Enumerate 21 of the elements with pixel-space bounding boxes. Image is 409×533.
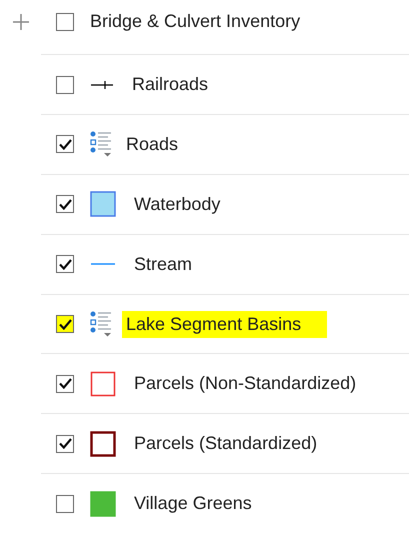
layer-label: Village Greens xyxy=(133,493,253,514)
layer-label: Roads xyxy=(125,134,180,155)
checkbox[interactable] xyxy=(56,195,74,214)
checkbox[interactable] xyxy=(56,12,74,31)
layer-label: Waterbody xyxy=(133,194,222,215)
layer-label: Parcels (Non-Standardized) xyxy=(133,373,358,394)
layer-label: Lake Segment Basins xyxy=(122,310,328,338)
checkbox[interactable] xyxy=(56,434,74,453)
checkbox[interactable] xyxy=(56,315,74,334)
checkbox[interactable] xyxy=(56,255,74,274)
legend-icon xyxy=(90,311,112,338)
expand-icon[interactable] xyxy=(12,12,30,31)
checkbox[interactable] xyxy=(56,494,74,513)
layer-label: Parcels (Standardized) xyxy=(133,433,318,454)
checkbox[interactable] xyxy=(56,374,74,393)
layer-label: Bridge & Culvert Inventory xyxy=(89,11,302,32)
checkbox[interactable] xyxy=(56,135,74,154)
layer-label: Stream xyxy=(133,254,194,275)
checkbox[interactable] xyxy=(56,76,74,94)
legend-icon xyxy=(90,131,112,158)
layer-label: Railroads xyxy=(131,74,210,96)
